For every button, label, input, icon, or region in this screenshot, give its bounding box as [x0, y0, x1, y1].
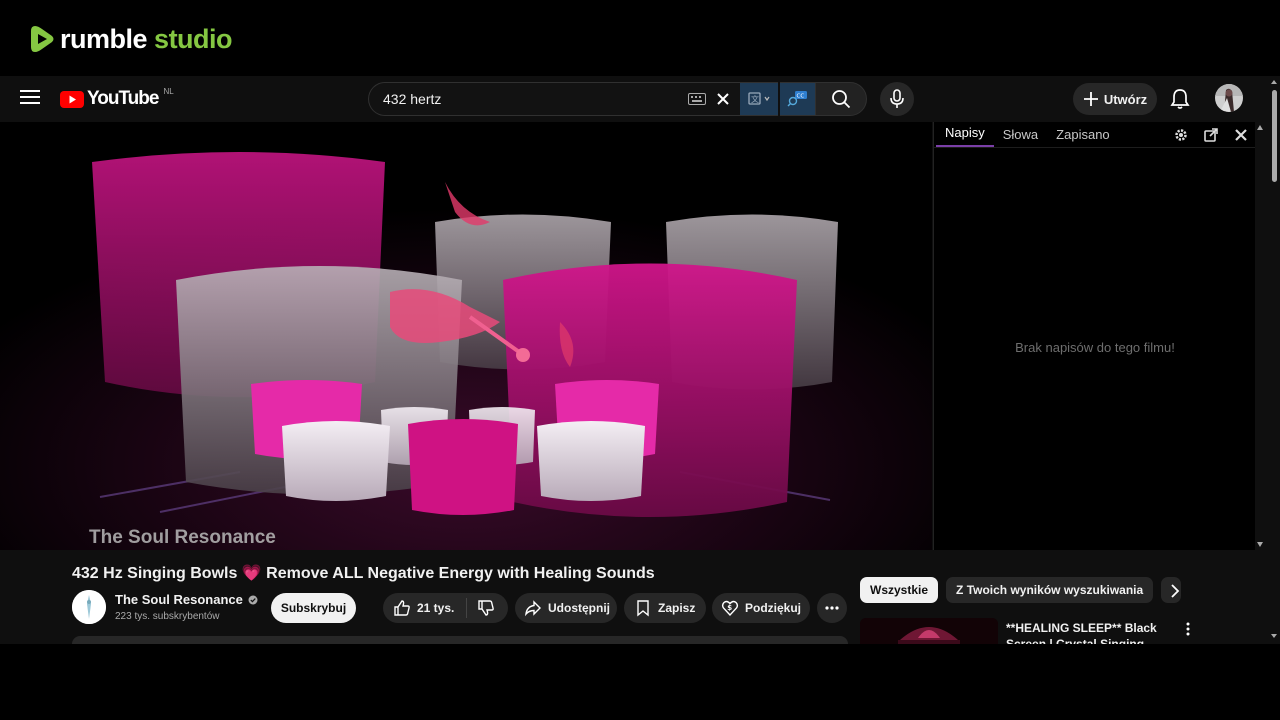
clear-search-icon[interactable] — [712, 88, 734, 110]
video-frame — [0, 122, 932, 550]
search-button[interactable] — [815, 82, 867, 116]
dislike-button[interactable] — [467, 599, 507, 617]
channel-name[interactable]: The Soul Resonance — [115, 592, 258, 607]
tab-napisy[interactable]: Napisy — [936, 125, 994, 147]
player-watermark: The Soul Resonance — [89, 527, 276, 548]
recommendation-chips: Wszystkie Z Twoich wyników wyszukiwania — [860, 577, 1182, 603]
search-input[interactable] — [383, 91, 688, 107]
super-thanks-icon: $ — [721, 600, 739, 617]
youtube-logo[interactable]: YouTube NL — [60, 86, 174, 110]
thanks-button[interactable]: $ Podziękuj — [712, 593, 810, 623]
video-title: 432 Hz Singing Bowls 💗 Remove ALL Negati… — [72, 565, 655, 582]
translate-extension-button[interactable]: 文 — [740, 82, 778, 116]
channel-avatar[interactable] — [72, 590, 106, 624]
verified-icon — [248, 595, 258, 604]
youtube-window: YouTube NL 文 CC — [0, 76, 1280, 644]
close-icon[interactable] — [1233, 127, 1249, 143]
avatar-image — [1215, 84, 1243, 112]
microphone-icon — [890, 89, 904, 108]
thanks-label: Podziękuj — [745, 601, 802, 615]
svg-text:$: $ — [727, 604, 732, 612]
rumble-studio-word: studio — [154, 23, 233, 54]
save-label: Zapisz — [658, 601, 696, 615]
masthead: YouTube NL 文 CC — [0, 76, 1268, 122]
chevron-right-icon[interactable] — [1165, 581, 1185, 601]
country-code: NL — [163, 86, 174, 96]
thumbnail-image — [860, 618, 998, 644]
transcript-scrollbar[interactable] — [1255, 122, 1265, 550]
popout-icon[interactable] — [1203, 127, 1219, 143]
youtube-play-icon — [60, 90, 84, 108]
rumble-header: rumble studio — [0, 0, 1280, 76]
svg-text:文: 文 — [751, 94, 759, 104]
thumbs-down-icon — [478, 600, 495, 616]
bell-icon[interactable] — [1168, 87, 1192, 111]
translate-icon: 文 — [748, 92, 770, 105]
captions-search-icon: CC — [787, 91, 807, 107]
kebab-menu-icon[interactable] — [1180, 621, 1196, 637]
rumble-studio-logo: rumble studio — [30, 23, 233, 54]
plus-icon — [1083, 92, 1098, 106]
share-icon — [524, 600, 541, 617]
video-player[interactable]: The Soul Resonance — [0, 122, 932, 550]
like-button[interactable]: 21 tys. — [383, 598, 468, 618]
bottom-letterbox — [0, 644, 1280, 720]
like-dislike-group: 21 tys. — [383, 593, 508, 623]
transcript-toolbar — [1173, 127, 1249, 143]
more-horizontal-icon — [825, 606, 839, 610]
save-button[interactable]: Zapisz — [624, 593, 706, 623]
share-label: Udostępnij — [548, 601, 610, 615]
svg-text:CC: CC — [796, 94, 804, 100]
chip-from-your-search[interactable]: Z Twoich wyników wyszukiwania — [946, 577, 1154, 603]
recommendation-thumbnail[interactable] — [860, 618, 998, 644]
subscribe-button[interactable]: Subskrybuj — [271, 593, 356, 623]
bookmark-icon — [637, 600, 649, 617]
description-box[interactable] — [72, 636, 848, 644]
page-scrollbar[interactable] — [1268, 76, 1280, 644]
user-avatar[interactable] — [1215, 84, 1243, 112]
tab-zapisano[interactable]: Zapisano — [1047, 127, 1118, 147]
voice-search-button[interactable] — [880, 82, 914, 116]
create-label: Utwórz — [1103, 91, 1148, 107]
like-count: 21 tys. — [417, 601, 455, 615]
captions-extension-button[interactable]: CC — [780, 82, 815, 116]
search-box — [368, 82, 740, 116]
menu-icon[interactable] — [20, 90, 40, 108]
transcript-empty-message: Brak napisów do tego filmu! — [1015, 340, 1175, 355]
channel-name-text: The Soul Resonance — [115, 592, 243, 607]
search-icon — [832, 90, 851, 109]
rumble-word: rumble — [60, 23, 148, 54]
channel-logo-icon — [72, 590, 106, 624]
tab-slowa[interactable]: Słowa — [994, 127, 1047, 147]
keyboard-icon[interactable] — [688, 93, 706, 105]
share-button[interactable]: Udostępnij — [515, 593, 617, 623]
subscriber-count: 223 tys. subskrybentów — [115, 611, 220, 622]
more-actions-button[interactable] — [817, 593, 847, 623]
transcript-panel: Napisy Słowa Zapisano Brak napisów do te… — [933, 122, 1263, 550]
youtube-wordmark: YouTube — [87, 88, 159, 109]
create-button[interactable]: Utwórz — [1073, 83, 1157, 115]
thumbs-up-icon — [394, 600, 410, 616]
settings-gear-icon[interactable] — [1173, 127, 1189, 143]
rumble-play-icon — [31, 26, 54, 52]
recommendation-title[interactable]: **HEALING SLEEP** Black Screen | Crystal… — [1006, 620, 1166, 644]
chip-all[interactable]: Wszystkie — [860, 577, 939, 603]
scrollbar-thumb[interactable] — [1272, 90, 1277, 182]
